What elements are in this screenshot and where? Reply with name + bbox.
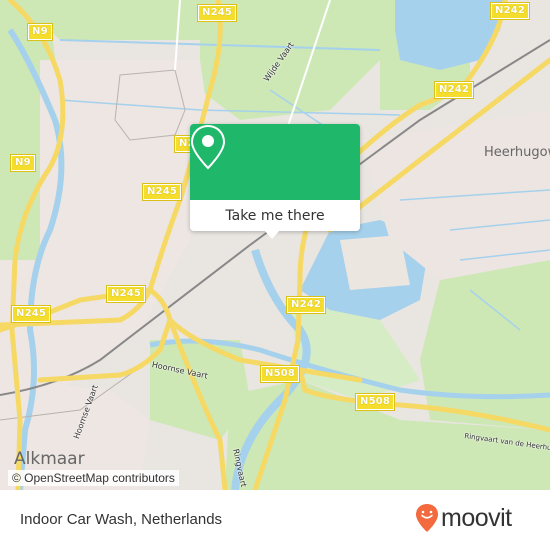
road-shield-n245: N245 <box>141 183 183 201</box>
popup-pointer <box>264 230 280 239</box>
field-area <box>420 260 550 430</box>
road-shield-n245: N245 <box>196 4 238 22</box>
road-shield-n9: N9 <box>27 23 53 41</box>
road-shield-n245: N245 <box>10 305 52 323</box>
road-shield-n508: N508 <box>259 365 301 383</box>
take-me-there-label: Take me there <box>225 207 325 224</box>
popup-header <box>190 124 360 200</box>
road-shield-n242: N242 <box>433 81 475 99</box>
map-attribution[interactable]: © OpenStreetMap contributors <box>8 470 179 486</box>
map[interactable]: N245 N242 N9 N242 N2 N9 N245 N245 N245 N… <box>0 0 550 490</box>
road-shield-n9: N9 <box>10 154 36 172</box>
moovit-logo[interactable]: moovit <box>415 503 512 533</box>
location-title: Indoor Car Wash, Netherlands <box>20 511 223 528</box>
place-label-heerhugowaard: Heerhugow <box>484 145 550 160</box>
footer: Indoor Car Wash, Netherlands moovit <box>0 490 550 550</box>
place-label-alkmaar: Alkmaar <box>14 449 85 469</box>
road-shield-n242: N242 <box>285 296 327 314</box>
take-me-there-button[interactable]: Take me there <box>190 200 360 231</box>
moovit-pin-icon <box>416 504 438 532</box>
road-shield-n242: N242 <box>489 2 531 20</box>
road-shield-n508: N508 <box>354 393 396 411</box>
location-popup: Take me there <box>190 124 360 239</box>
road-shield-n245: N245 <box>105 285 147 303</box>
moovit-wordmark: moovit <box>441 503 512 532</box>
location-pin-icon <box>190 124 226 170</box>
